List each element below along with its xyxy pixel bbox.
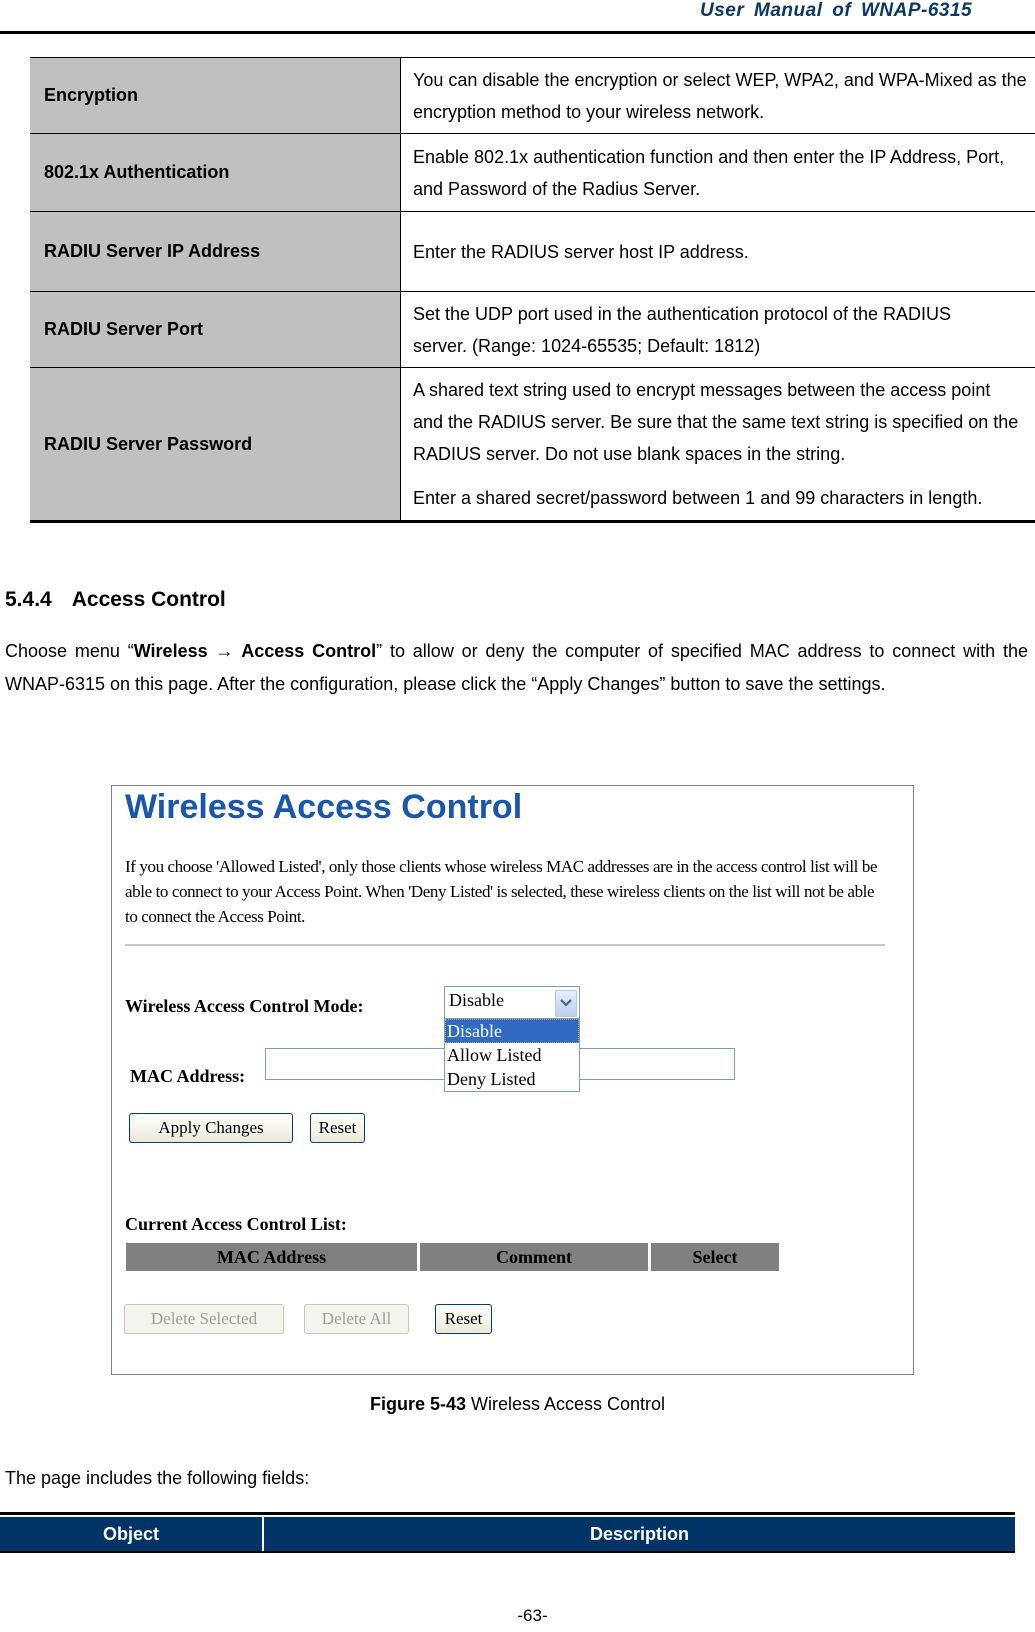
section-heading: 5.4.4 Access Control bbox=[5, 588, 226, 612]
row-desc: Set the UDP port used in the authenticat… bbox=[400, 291, 1035, 368]
row-desc-text: Enter the RADIUS server host IP address. bbox=[413, 241, 749, 262]
manual-header-title: User Manual of WNAP-6315 bbox=[700, 0, 973, 21]
section-title: Access Control bbox=[71, 588, 226, 611]
mode-label: Wireless Access Control Mode: bbox=[125, 996, 364, 1016]
row-key: 802.1x Authentication bbox=[30, 133, 401, 212]
arrow-icon: → bbox=[215, 641, 234, 661]
row-desc: Enable 802.1x authentication function an… bbox=[400, 133, 1035, 212]
fields-intro: The page includes the following fields: bbox=[5, 1468, 310, 1488]
caption-label: Figure 5-43 bbox=[369, 1394, 466, 1414]
table-row: RADIU Server IP Address Enter the RADIUS… bbox=[30, 211, 1035, 292]
table-row: Encryption You can disable the encryptio… bbox=[30, 57, 1035, 134]
row-desc-text: Enable 802.1x authentication function an… bbox=[413, 146, 1005, 199]
table-row: RADIU Server Port Set the UDP port used … bbox=[30, 291, 1035, 368]
figure-caption: Figure 5-43 Wireless Access Control bbox=[0, 1394, 1035, 1415]
access-list-header: MAC Address Comment Select bbox=[126, 1243, 779, 1271]
mode-dropdown-list: Disable Allow Listed Deny Listed bbox=[444, 1018, 580, 1092]
delete-selected-button[interactable]: Delete Selected bbox=[124, 1304, 284, 1334]
figure-page-title: Wireless Access Control bbox=[125, 788, 523, 826]
row-key: RADIU Server IP Address bbox=[30, 211, 401, 292]
mode-select[interactable]: Disable bbox=[444, 986, 580, 1019]
page-number: -63- bbox=[517, 1606, 548, 1625]
divider bbox=[125, 944, 885, 946]
chevron-down-icon bbox=[560, 999, 572, 1007]
menu-path-access-control: Access Control bbox=[241, 641, 377, 661]
intro-text: Choose menu “ bbox=[5, 641, 134, 661]
row-key: Encryption bbox=[30, 57, 401, 134]
reset-button[interactable]: Reset bbox=[310, 1113, 365, 1143]
object-description-table: Object Description bbox=[0, 1512, 1015, 1553]
mode-option-disable[interactable]: Disable bbox=[445, 1019, 579, 1043]
dropdown-button[interactable] bbox=[555, 990, 577, 1017]
screenshot-figure: Wireless Access Control If you choose 'A… bbox=[111, 785, 914, 1375]
mac-address-label: MAC Address: bbox=[130, 1066, 246, 1086]
section-number: 5.4.4 bbox=[5, 588, 52, 611]
mode-option-deny-listed[interactable]: Deny Listed bbox=[445, 1067, 579, 1091]
row-desc: You can disable the encryption or select… bbox=[400, 57, 1035, 134]
column-header-mac-address: MAC Address bbox=[126, 1243, 417, 1271]
reset-list-button[interactable]: Reset bbox=[435, 1304, 492, 1334]
row-key: RADIU Server Password bbox=[30, 367, 401, 523]
row-desc-text: You can disable the encryption or select… bbox=[413, 69, 1027, 122]
table-header-row: Object Description bbox=[0, 1517, 1015, 1553]
row-desc-text: A shared text string used to encrypt mes… bbox=[413, 380, 1019, 464]
column-header-comment: Comment bbox=[420, 1243, 648, 1271]
delete-all-button[interactable]: Delete All bbox=[304, 1304, 409, 1334]
caption-text: Wireless Access Control bbox=[465, 1394, 666, 1414]
row-desc: A shared text string used to encrypt mes… bbox=[400, 367, 1035, 523]
column-header-description: Description bbox=[264, 1517, 1015, 1551]
access-list-label: Current Access Control List: bbox=[125, 1214, 347, 1234]
section-intro: Choose menu “Wireless → Access Control” … bbox=[5, 635, 1028, 701]
column-header-select: Select bbox=[651, 1243, 779, 1271]
apply-changes-button[interactable]: Apply Changes bbox=[129, 1113, 293, 1143]
row-desc: Enter the RADIUS server host IP address. bbox=[400, 211, 1035, 292]
table-row: 802.1x Authentication Enable 802.1x auth… bbox=[30, 133, 1035, 212]
header-rule bbox=[0, 31, 1035, 34]
settings-table: Encryption You can disable the encryptio… bbox=[30, 57, 1035, 523]
menu-path-wireless: Wireless bbox=[133, 641, 208, 661]
row-desc-text: Set the UDP port used in the authenticat… bbox=[413, 303, 951, 356]
row-key: RADIU Server Port bbox=[30, 291, 401, 368]
mode-select-value: Disable bbox=[449, 990, 504, 1010]
figure-description: If you choose 'Allowed Listed', only tho… bbox=[125, 857, 878, 926]
row-desc-text: Enter a shared secret/password between 1… bbox=[413, 488, 983, 508]
column-header-object: Object bbox=[0, 1517, 264, 1551]
mode-option-allow-listed[interactable]: Allow Listed bbox=[445, 1043, 579, 1067]
table-row: RADIU Server Password A shared text stri… bbox=[30, 367, 1035, 523]
